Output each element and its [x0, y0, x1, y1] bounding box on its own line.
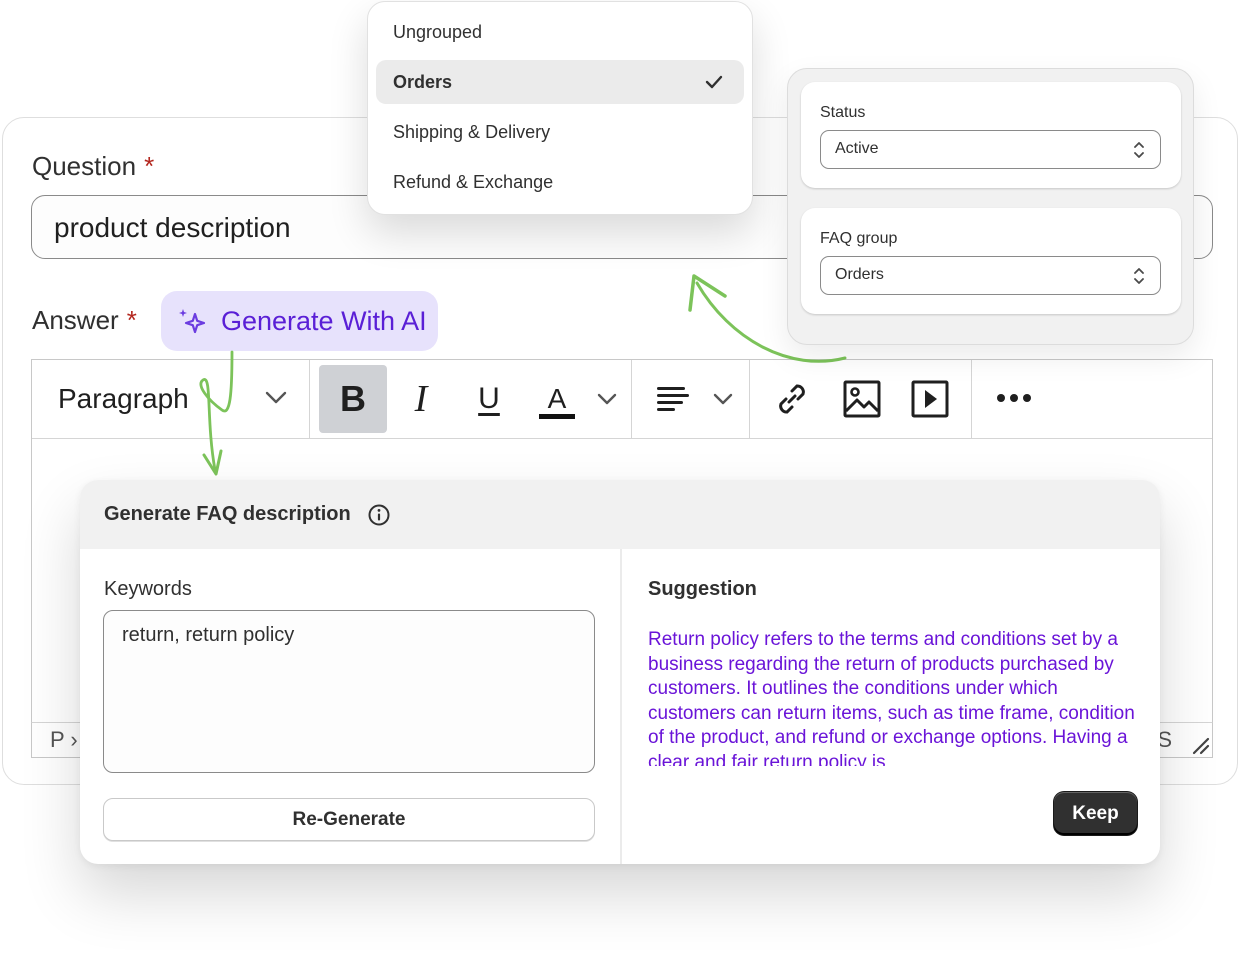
generate-faq-title: Generate FAQ description: [104, 503, 351, 525]
chevron-up-down-icon: [1134, 142, 1144, 158]
dropdown-option-orders[interactable]: Orders: [376, 60, 744, 104]
chevron-up-down-icon: [1134, 268, 1144, 284]
editor-toolbar: Paragraph B I U A: [31, 359, 1213, 439]
generate-with-ai-button[interactable]: Generate With AI: [161, 291, 438, 351]
text-color-button[interactable]: A: [523, 360, 591, 438]
faq-settings-panel: Status Active FAQ group Orders: [787, 68, 1194, 345]
question-label: Question *: [32, 151, 154, 182]
required-mark: *: [144, 151, 155, 181]
faq-group-label: FAQ group: [820, 230, 898, 247]
element-path[interactable]: P ›: [50, 727, 78, 753]
chevron-down-icon: [265, 391, 287, 404]
keywords-input[interactable]: return, return policy: [103, 610, 595, 773]
image-icon: [843, 380, 881, 418]
generate-faq-panel: Generate FAQ description Keywords return…: [80, 480, 1160, 864]
status-card: Status Active: [801, 82, 1181, 188]
faq-group-dropdown: Ungrouped Orders Shipping & Delivery Ref…: [367, 1, 753, 215]
dropdown-option-label: Orders: [393, 71, 453, 92]
more-options-button[interactable]: [972, 360, 1212, 438]
keywords-label: Keywords: [104, 578, 192, 600]
faq-group-select[interactable]: Orders: [820, 256, 1161, 295]
generate-with-ai-label: Generate With AI: [221, 305, 427, 336]
italic-button[interactable]: I: [387, 360, 455, 438]
video-icon: [911, 380, 949, 418]
insert-link-button[interactable]: [766, 360, 818, 438]
more-horizontal-icon: [997, 394, 1031, 402]
text-color-letter: A: [547, 383, 567, 414]
answer-label-text: Answer: [32, 305, 119, 335]
keep-button[interactable]: Keep: [1054, 792, 1137, 835]
chevron-down-icon: [597, 393, 617, 405]
insert-group: [750, 360, 972, 438]
answer-label: Answer *: [32, 305, 137, 336]
suggestion-label: Suggestion: [648, 578, 757, 600]
dropdown-option-refund-exchange[interactable]: Refund & Exchange: [376, 160, 744, 204]
required-mark: *: [126, 305, 137, 335]
regenerate-button[interactable]: Re-Generate: [103, 798, 595, 841]
align-select[interactable]: [632, 360, 750, 438]
status-select[interactable]: Active: [820, 130, 1161, 169]
underline-button[interactable]: U: [455, 360, 523, 438]
text-color-swatch: [539, 414, 575, 419]
panel-divider: [620, 549, 622, 864]
text-style-group: B I U A: [310, 360, 632, 438]
chevron-down-icon: [713, 393, 733, 405]
insert-video-button[interactable]: [904, 360, 956, 438]
paragraph-format-select[interactable]: Paragraph: [32, 360, 310, 438]
dropdown-option-shipping-delivery[interactable]: Shipping & Delivery: [376, 110, 744, 154]
resize-handle-icon[interactable]: [1190, 735, 1210, 755]
bold-button[interactable]: B: [319, 365, 387, 433]
status-select-value: Active: [835, 140, 879, 157]
faq-group-card: FAQ group Orders: [801, 208, 1181, 314]
checkmark-icon: [705, 75, 723, 89]
insert-image-button[interactable]: [836, 360, 888, 438]
generate-faq-header: Generate FAQ description: [80, 480, 1160, 549]
paragraph-format-label: Paragraph: [58, 383, 189, 414]
question-label-text: Question: [32, 151, 137, 181]
faq-group-select-value: Orders: [835, 266, 884, 283]
sparkle-icon: [179, 309, 206, 334]
status-label: Status: [820, 104, 866, 121]
info-icon[interactable]: [367, 503, 391, 527]
suggestion-text: Return policy refers to the terms and co…: [648, 629, 1135, 766]
align-left-icon: [657, 387, 689, 411]
dropdown-option-ungrouped[interactable]: Ungrouped: [376, 10, 744, 54]
link-icon: [779, 384, 805, 414]
